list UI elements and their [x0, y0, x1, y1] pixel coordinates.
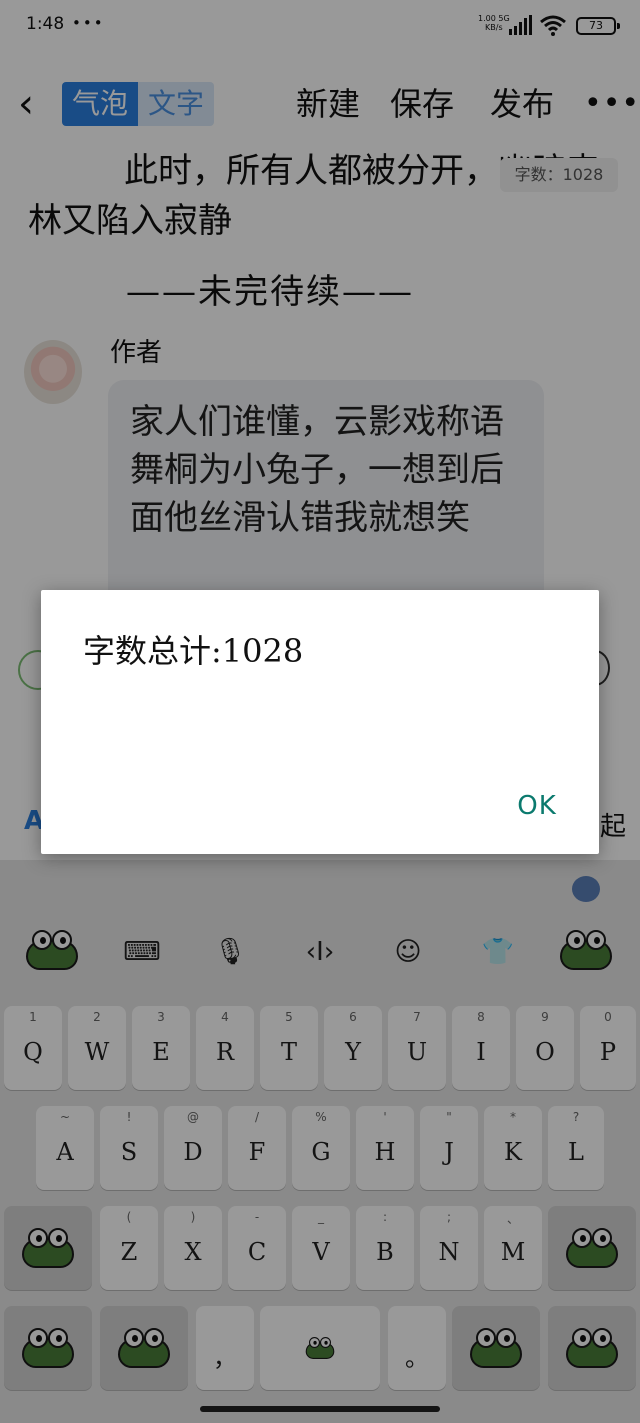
ok-button[interactable]: OK: [507, 786, 567, 826]
word-count-dialog: 字数总计:1028 OK: [41, 590, 599, 854]
dialog-message: 字数总计:1028: [83, 632, 304, 670]
